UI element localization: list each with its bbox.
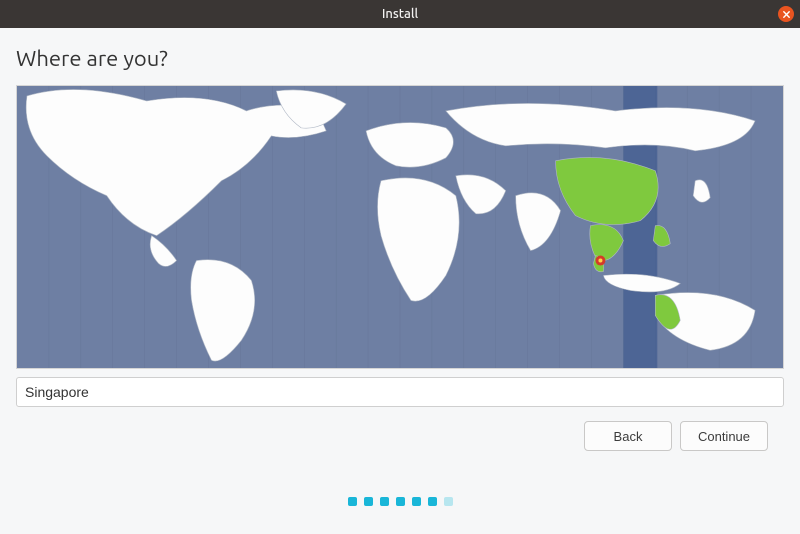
region-philippines [653, 225, 670, 246]
window-title: Install [382, 7, 418, 21]
progress-dot [412, 497, 421, 506]
timezone-map[interactable] [16, 85, 784, 369]
progress-dot [380, 497, 389, 506]
page-title: Where are you? [16, 46, 784, 71]
content-area: Where are you? [0, 28, 800, 451]
titlebar: Install [0, 0, 800, 28]
progress-dot [428, 497, 437, 506]
location-pin [595, 256, 605, 266]
back-button[interactable]: Back [584, 421, 672, 451]
close-icon [782, 10, 791, 19]
region-china [556, 157, 659, 224]
region-seasia [590, 225, 624, 261]
progress-dot [444, 497, 453, 506]
progress-dot [348, 497, 357, 506]
progress-dot [364, 497, 373, 506]
progress-dots [0, 497, 800, 506]
button-row: Back Continue [16, 421, 768, 451]
close-button[interactable] [778, 6, 794, 22]
continue-button[interactable]: Continue [680, 421, 768, 451]
progress-dot [396, 497, 405, 506]
location-input[interactable] [16, 377, 784, 407]
